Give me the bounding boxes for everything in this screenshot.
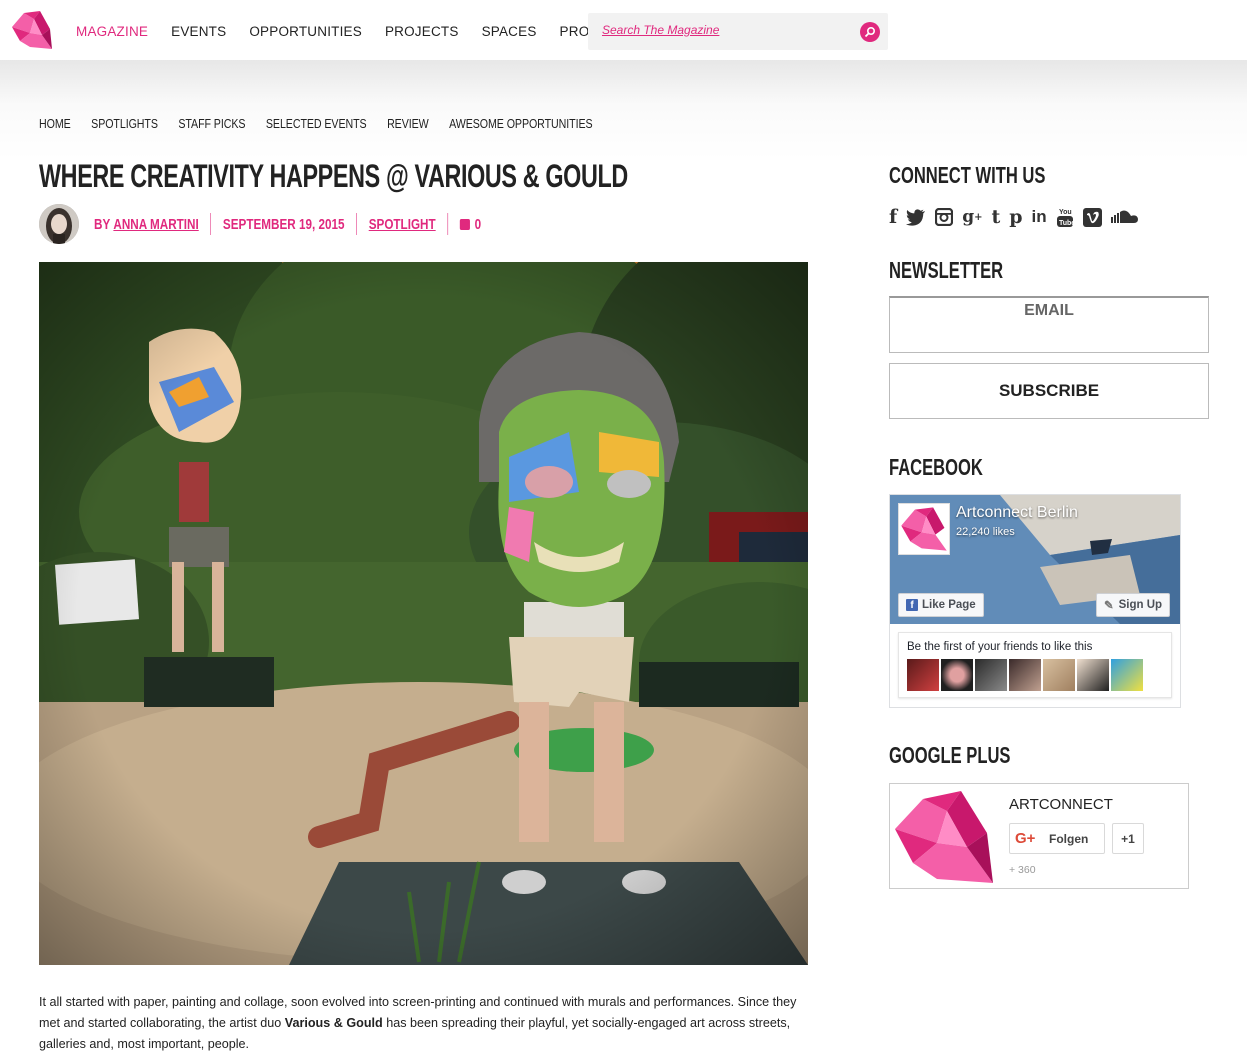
facebook-heading: FACEBOOK: [889, 454, 983, 480]
twitter-icon[interactable]: [906, 206, 926, 228]
search-input[interactable]: [602, 23, 842, 37]
youtube-icon[interactable]: You Tube: [1056, 206, 1074, 228]
friend-avatar[interactable]: [941, 659, 973, 691]
facebook-friends-box: Be the first of your friends to like thi…: [898, 632, 1172, 698]
facebook-page-name[interactable]: Artconnect Berlin: [956, 504, 1078, 522]
article-meta: BY ANNA MARTINI SEPTEMBER 19, 2015 SPOTL…: [94, 213, 481, 235]
friend-avatar[interactable]: [975, 659, 1007, 691]
nav-item-magazine[interactable]: MAGAZINE: [76, 24, 148, 39]
nav-item-projects[interactable]: PROJECTS: [385, 24, 459, 39]
comment-count[interactable]: 0: [475, 216, 482, 233]
subnav-item-review[interactable]: REVIEW: [387, 116, 429, 131]
facebook-page-logo[interactable]: [898, 503, 950, 555]
email-field[interactable]: [890, 298, 1208, 320]
like-page-button[interactable]: f Like Page: [898, 593, 984, 617]
plus-one-button[interactable]: +1: [1112, 823, 1144, 854]
sign-up-button[interactable]: ✎ Sign Up: [1096, 593, 1171, 617]
nav-item-spaces[interactable]: SPACES: [482, 24, 537, 39]
google-plus-heading: GOOGLE PLUS: [889, 742, 1011, 768]
pinterest-icon[interactable]: p: [1009, 206, 1022, 228]
newsletter-email-box: [889, 296, 1209, 353]
comment-icon[interactable]: [459, 218, 470, 230]
friends-like-text: Be the first of your friends to like thi…: [907, 641, 1093, 653]
newsletter-heading: NEWSLETTER: [889, 257, 1004, 283]
artist-name: Various & Gould: [284, 1016, 383, 1030]
google-plus-follow-button[interactable]: G+ Folgen: [1009, 823, 1105, 854]
connect-heading: CONNECT WITH US: [889, 162, 1046, 188]
friend-avatar[interactable]: [1077, 659, 1109, 691]
artconnect-logo[interactable]: [10, 9, 54, 51]
like-page-label: Like Page: [922, 599, 976, 611]
vimeo-icon[interactable]: [1082, 206, 1102, 228]
facebook-icon[interactable]: f: [889, 206, 897, 228]
facebook-cover-image[interactable]: Artconnect Berlin 22,240 likes f Like Pa…: [890, 495, 1180, 624]
follow-label: Folgen: [1049, 831, 1089, 846]
byline-prefix: BY: [94, 215, 111, 233]
article-body: It all started with paper, painting and …: [39, 992, 814, 1055]
article-hero-image: [39, 262, 808, 965]
article-date: SEPTEMBER 19, 2015: [222, 215, 345, 233]
header-band: [0, 60, 1247, 160]
linkedin-icon[interactable]: in: [1032, 206, 1047, 228]
sign-up-label: Sign Up: [1118, 599, 1163, 611]
meta-divider: [356, 213, 358, 235]
svg-text:Tube: Tube: [1059, 220, 1074, 227]
meta-divider: [210, 213, 212, 235]
author-link[interactable]: ANNA MARTINI: [113, 216, 198, 233]
facebook-icon: f: [906, 599, 918, 611]
friends-avatars: [907, 659, 1143, 691]
social-links: f g + t p in You Tube: [889, 206, 1139, 228]
friend-avatar[interactable]: [1111, 659, 1143, 691]
subnav-item-selected-events[interactable]: SELECTED EVENTS: [266, 116, 367, 131]
top-navigation-bar: MAGAZINE EVENTS OPPORTUNITIES PROJECTS S…: [0, 0, 1247, 60]
google-plus-icon: G+: [1015, 830, 1036, 847]
instagram-icon[interactable]: [935, 206, 954, 228]
facebook-like-count: 22,240 likes: [956, 526, 1015, 538]
friend-avatar[interactable]: [907, 659, 939, 691]
author-avatar[interactable]: [39, 204, 79, 244]
svg-text:You: You: [1059, 209, 1072, 216]
google-plus-page-name[interactable]: ARTCONNECT: [1009, 796, 1113, 813]
category-link[interactable]: SPOTLIGHT: [369, 216, 436, 233]
nav-item-opportunities[interactable]: OPPORTUNITIES: [249, 24, 362, 39]
subnav-item-home[interactable]: HOME: [39, 116, 71, 131]
follower-count: + 360: [1009, 864, 1036, 876]
google-plus-widget: ARTCONNECT G+ Folgen +1 + 360: [889, 783, 1189, 889]
meta-divider: [447, 213, 449, 235]
friend-avatar[interactable]: [1009, 659, 1041, 691]
subnav-item-spotlights[interactable]: SPOTLIGHTS: [91, 116, 158, 131]
subscribe-button[interactable]: SUBSCRIBE: [889, 363, 1209, 419]
tumblr-icon[interactable]: t: [991, 206, 1000, 228]
search-box: [588, 13, 888, 50]
subnav-item-staff-picks[interactable]: STAFF PICKS: [178, 116, 245, 131]
google-plus-icon[interactable]: g +: [962, 206, 982, 228]
friend-avatar[interactable]: [1043, 659, 1075, 691]
article-title: WHERE CREATIVITY HAPPENS @ VARIOUS & GOU…: [39, 158, 628, 194]
nav-item-events[interactable]: EVENTS: [171, 24, 226, 39]
facebook-page-widget: Artconnect Berlin 22,240 likes f Like Pa…: [889, 494, 1181, 708]
soundcloud-icon[interactable]: [1110, 206, 1139, 228]
main-nav: MAGAZINE EVENTS OPPORTUNITIES PROJECTS S…: [76, 24, 651, 39]
magazine-subnav: HOME SPOTLIGHTS STAFF PICKS SELECTED EVE…: [39, 116, 613, 131]
subnav-item-awesome-opportunities[interactable]: AWESOME OPPORTUNITIES: [449, 116, 592, 131]
search-button[interactable]: [860, 22, 880, 42]
artconnect-logo[interactable]: [891, 787, 997, 887]
search-icon: [864, 26, 876, 38]
pencil-icon: ✎: [1104, 600, 1114, 612]
